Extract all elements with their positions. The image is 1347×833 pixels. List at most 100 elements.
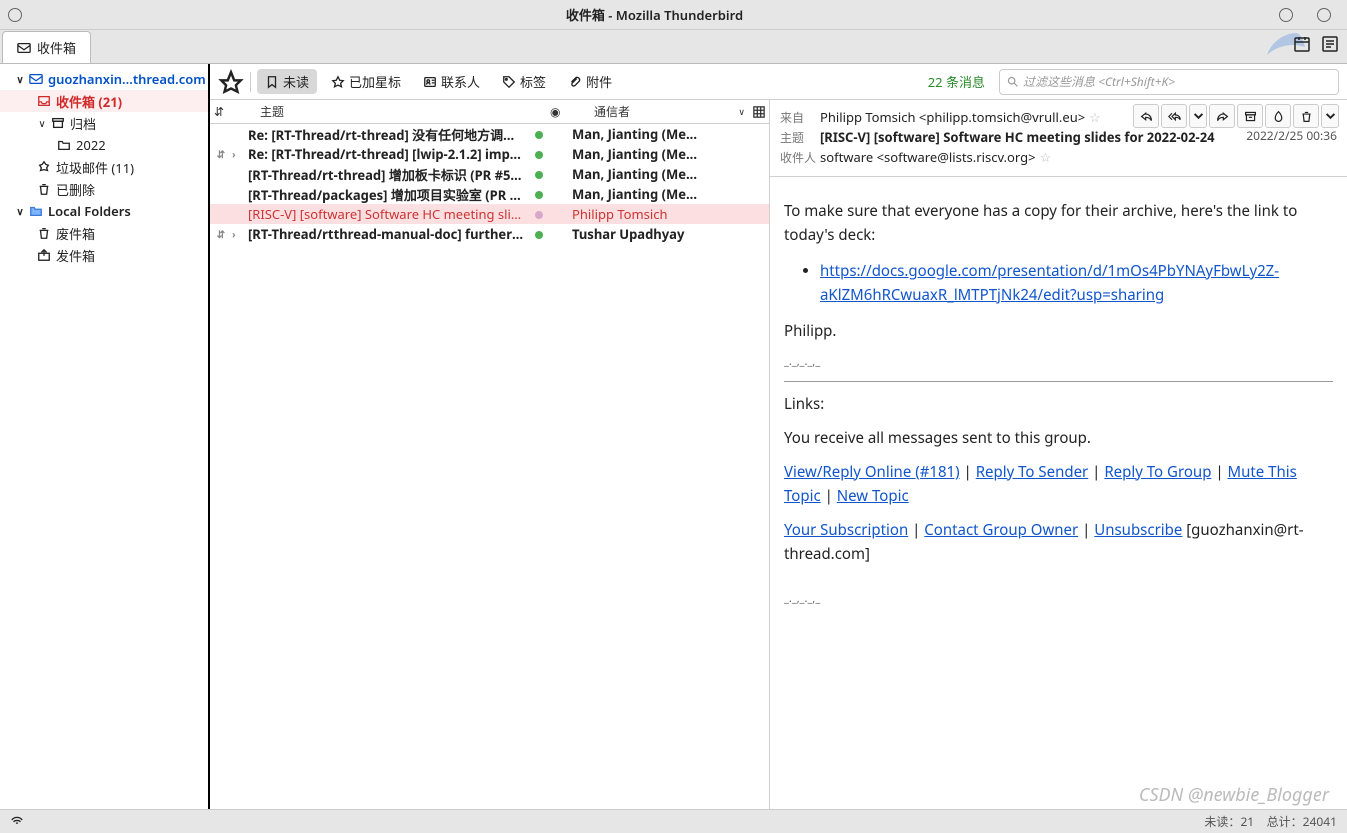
window-maximize-button[interactable]: [1317, 8, 1331, 22]
read-dot[interactable]: [528, 225, 550, 243]
filter-attach-label: 附件: [586, 72, 612, 91]
list-header: ⇵ 主题 ◉ 通信者 ∨: [210, 100, 769, 124]
date-value: 2022/2/25 00:36: [1246, 127, 1337, 144]
calendar-icon[interactable]: [1293, 35, 1311, 57]
row-subject: [RT-Thread/rtthread-manual-doc] further …: [248, 225, 528, 243]
filter-attachments[interactable]: 附件: [560, 69, 620, 94]
sidebar-junk[interactable]: 垃圾邮件 (11): [0, 156, 208, 178]
archive-button[interactable]: [1237, 104, 1263, 128]
window-close-button[interactable]: [8, 8, 22, 22]
junk-button[interactable]: [1265, 104, 1291, 128]
sidebar-local-folders[interactable]: ∨ Local Folders: [0, 200, 208, 222]
message-row[interactable]: [RT-Thread/rt-thread] 增加板卡标识 (PR #5615)M…: [210, 164, 769, 184]
twisty-icon[interactable]: ∨: [14, 204, 26, 218]
reply-dropdown[interactable]: [1189, 104, 1207, 128]
separator: [250, 72, 251, 92]
tab-inbox[interactable]: 收件箱: [2, 31, 91, 63]
from-label: 来自: [780, 109, 820, 126]
reply-group-link[interactable]: Reply To Group: [1104, 462, 1211, 482]
expand-icon[interactable]: ›: [232, 227, 248, 241]
separator-dashes: _._,_._,_: [784, 590, 1333, 608]
star-icon: [331, 75, 345, 89]
twisty-icon[interactable]: ∨: [14, 72, 26, 86]
archive-icon: [50, 115, 66, 131]
sidebar-archive[interactable]: ∨ 归档: [0, 112, 208, 134]
read-dot[interactable]: [528, 125, 550, 143]
sidebar-account[interactable]: ∨ guozhanxin...thread.com: [0, 68, 208, 90]
col-read[interactable]: ◉: [546, 103, 568, 120]
attachment-icon: [568, 75, 582, 89]
inbox-icon: [17, 41, 31, 55]
deck-link[interactable]: https://docs.google.com/presentation/d/1…: [820, 261, 1279, 305]
message-row[interactable]: ⇵›Re: [RT-Thread/rt-thread] [lwip-2.1.2]…: [210, 144, 769, 164]
contact-owner-link[interactable]: Contact Group Owner: [924, 520, 1078, 540]
view-reply-link[interactable]: View/Reply Online (#181): [784, 462, 960, 482]
read-dot[interactable]: [528, 145, 550, 163]
col-picker[interactable]: [749, 106, 769, 118]
col-subject[interactable]: 主题: [256, 103, 546, 120]
tasks-icon[interactable]: [1321, 35, 1339, 57]
thread-indicator: ⇵: [210, 147, 232, 161]
message-row[interactable]: Re: [RT-Thread/rt-thread] 没有任何地方调用rt_...…: [210, 124, 769, 144]
sidebar-archive-2022[interactable]: 2022: [0, 134, 208, 156]
pin-filter-button[interactable]: [218, 69, 244, 95]
sidebar-local-trash[interactable]: 废件箱: [0, 222, 208, 244]
contact-star-icon[interactable]: ☆: [1040, 148, 1052, 166]
reply-button[interactable]: [1133, 104, 1159, 128]
reply-sender-link[interactable]: Reply To Sender: [976, 462, 1089, 482]
trash-label: 已删除: [56, 180, 95, 199]
filter-unread-label: 未读: [283, 72, 309, 91]
filter-placeholder: 过滤这些消息 <Ctrl+Shift+K>: [1023, 73, 1175, 90]
filter-unread[interactable]: 未读: [257, 69, 317, 94]
filter-starred[interactable]: 已加星标: [323, 69, 409, 94]
filter-toolbar: 未读 已加星标 联系人 标签 附件 22 条消息 过滤这些消息 <Ctrl+S: [210, 64, 1347, 100]
twisty-icon[interactable]: ∨: [36, 116, 48, 130]
read-dot[interactable]: [528, 185, 550, 203]
window-minimize-button[interactable]: [1279, 8, 1293, 22]
filter-contacts[interactable]: 联系人: [415, 69, 488, 94]
message-row[interactable]: ⇵›[RT-Thread/rtthread-manual-doc] furthe…: [210, 224, 769, 244]
signature: Philipp.: [784, 319, 1333, 343]
subscription-link[interactable]: Your Subscription: [784, 520, 908, 540]
separator-line: [784, 381, 1333, 382]
tabbar: 收件箱: [0, 30, 1347, 64]
sidebar-outbox[interactable]: 发件箱: [0, 244, 208, 266]
more-dropdown[interactable]: [1321, 104, 1339, 128]
tab-label: 收件箱: [37, 38, 76, 57]
inbox-folder-icon: [36, 93, 52, 109]
online-icon[interactable]: [10, 813, 24, 831]
row-subject: [RT-Thread/packages] 增加项目实验室 (PR #11...: [248, 185, 528, 204]
read-dot[interactable]: [528, 205, 550, 223]
sidebar-trash[interactable]: 已删除: [0, 178, 208, 200]
row-correspondent: Man, Jianting (Me...: [572, 125, 769, 143]
links-heading: Links:: [784, 392, 1333, 416]
filter-input[interactable]: 过滤这些消息 <Ctrl+Shift+K>: [999, 69, 1339, 95]
outbox-label: 发件箱: [56, 246, 95, 265]
read-dot[interactable]: [528, 165, 550, 183]
forward-button[interactable]: [1209, 104, 1235, 128]
expand-icon[interactable]: ›: [232, 147, 248, 161]
footer-links-1: View/Reply Online (#181) | Reply To Send…: [784, 460, 1333, 508]
col-correspondent[interactable]: 通信者 ∨: [590, 103, 749, 120]
col-thread[interactable]: ⇵: [210, 103, 232, 120]
row-correspondent: Philipp Tomsich: [572, 205, 769, 223]
tag-icon: [502, 75, 516, 89]
split-pane: ⇵ 主题 ◉ 通信者 ∨ Re: [RT-Thread/rt-thread] 没…: [210, 100, 1347, 809]
separator-dashes: _._,_._,_: [784, 353, 1333, 371]
new-topic-link[interactable]: New Topic: [837, 486, 909, 506]
contact-star-icon[interactable]: ☆: [1089, 108, 1101, 126]
row-correspondent: Man, Jianting (Me...: [572, 165, 769, 183]
row-subject: Re: [RT-Thread/rt-thread] [lwip-2.1.2] i…: [248, 145, 528, 163]
message-row[interactable]: [RISC-V] [software] Software HC meeting …: [210, 204, 769, 224]
subject-label: 主题: [780, 129, 820, 146]
message-row[interactable]: [RT-Thread/packages] 增加项目实验室 (PR #11...M…: [210, 184, 769, 204]
to-label: 收件人: [780, 149, 820, 166]
sidebar-inbox[interactable]: 收件箱 (21): [0, 90, 208, 112]
unsubscribe-link[interactable]: Unsubscribe: [1094, 520, 1182, 540]
local-trash-label: 废件箱: [56, 224, 95, 243]
delete-button[interactable]: [1293, 104, 1319, 128]
reply-all-button[interactable]: [1161, 104, 1187, 128]
filter-tags-label: 标签: [520, 72, 546, 91]
status-counts: 未读：21 总计：24041: [1204, 813, 1337, 830]
filter-tags[interactable]: 标签: [494, 69, 554, 94]
